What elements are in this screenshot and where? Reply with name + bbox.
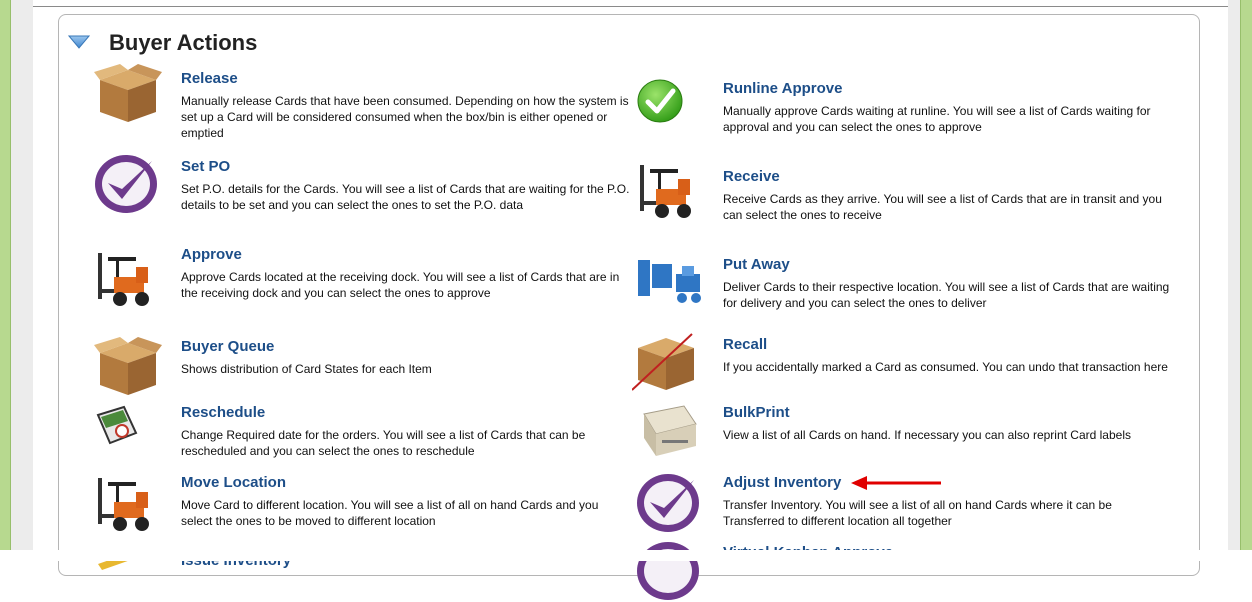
action-put-away-description: Deliver Cards to their respective locati… (723, 280, 1170, 310)
action-bulkprint-description: View a list of all Cards on hand. If nec… (723, 428, 1131, 442)
action-runline-approve-link[interactable]: Runline Approve (723, 80, 842, 97)
action-set-po-link[interactable]: Set PO (181, 158, 230, 175)
left-frame-border (0, 0, 11, 561)
right-frame-border (1240, 0, 1252, 561)
purple-checkmark-icon[interactable] (634, 472, 702, 534)
action-recall-description: If you accidentally marked a Card as con… (723, 360, 1168, 374)
action-recall-link[interactable]: Recall (723, 336, 767, 353)
viewport-cutoff (0, 550, 1252, 561)
action-buyer-queue-link[interactable]: Buyer Queue (181, 338, 274, 355)
cardboard-box-icon[interactable] (94, 337, 162, 399)
forklift-icon[interactable] (636, 161, 704, 223)
section-title: Buyer Actions (109, 30, 258, 55)
forklift-icon[interactable] (94, 474, 162, 536)
action-reschedule[interactable]: Reschedule Change Required date for the … (181, 404, 631, 470)
action-bulkprint[interactable]: BulkPrint View a list of all Cards on ha… (723, 404, 1173, 470)
left-gutter (11, 0, 33, 561)
top-divider (33, 6, 1228, 7)
action-buyer-queue[interactable]: Buyer Queue Shows distribution of Card S… (181, 338, 631, 388)
action-set-po-description: Set P.O. details for the Cards. You will… (181, 182, 630, 212)
action-approve-link[interactable]: Approve (181, 246, 242, 263)
action-approve-description: Approve Cards located at the receiving d… (181, 270, 620, 300)
action-bulkprint-link[interactable]: BulkPrint (723, 404, 790, 421)
action-set-po[interactable]: Set PO Set P.O. details for the Cards. Y… (181, 158, 631, 240)
calendar-clock-icon[interactable] (94, 405, 140, 447)
action-put-away-link[interactable]: Put Away (723, 256, 790, 273)
action-put-away[interactable]: Put Away Deliver Cards to their respecti… (723, 256, 1173, 322)
action-receive[interactable]: Receive Receive Cards as they arrive. Yo… (723, 168, 1173, 234)
action-receive-link[interactable]: Receive (723, 168, 780, 185)
action-runline-approve[interactable]: Runline Approve Manually approve Cards w… (723, 80, 1173, 146)
action-move-location[interactable]: Move Location Move Card to different loc… (181, 474, 631, 540)
action-reschedule-link[interactable]: Reschedule (181, 404, 265, 421)
action-adjust-inventory-link[interactable]: Adjust Inventory (723, 474, 841, 491)
action-buyer-queue-description: Shows distribution of Card States for ea… (181, 362, 432, 376)
collapse-triangle-icon[interactable] (67, 35, 91, 54)
action-release-link[interactable]: Release (181, 70, 238, 87)
action-move-location-link[interactable]: Move Location (181, 474, 286, 491)
action-adjust-inventory-description: Transfer Inventory. You will see a list … (723, 498, 1112, 528)
cardboard-box-icon[interactable] (94, 64, 162, 126)
blue-forklift-icon[interactable] (636, 254, 704, 316)
forklift-icon[interactable] (94, 249, 162, 311)
purple-checkmark-icon[interactable] (92, 153, 160, 215)
action-move-location-description: Move Card to different location. You wil… (181, 498, 599, 528)
action-runline-approve-description: Manually approve Cards waiting at runlin… (723, 104, 1151, 134)
action-release[interactable]: Release Manually release Cards that have… (181, 70, 631, 152)
action-release-description: Manually release Cards that have been co… (181, 94, 629, 140)
action-approve[interactable]: Approve Approve Cards located at the rec… (181, 246, 631, 328)
action-reschedule-description: Change Required date for the orders. You… (181, 428, 586, 458)
printer-icon[interactable] (636, 404, 704, 466)
action-receive-description: Receive Cards as they arrive. You will s… (723, 192, 1162, 222)
crossed-box-icon[interactable] (632, 332, 700, 394)
right-gutter (1228, 0, 1240, 561)
action-adjust-inventory[interactable]: Adjust Inventory Transfer Inventory. You… (723, 474, 1173, 540)
green-check-circle-icon[interactable] (636, 78, 684, 124)
action-recall[interactable]: Recall If you accidentally marked a Card… (723, 336, 1173, 402)
red-arrow-icon (851, 474, 943, 497)
